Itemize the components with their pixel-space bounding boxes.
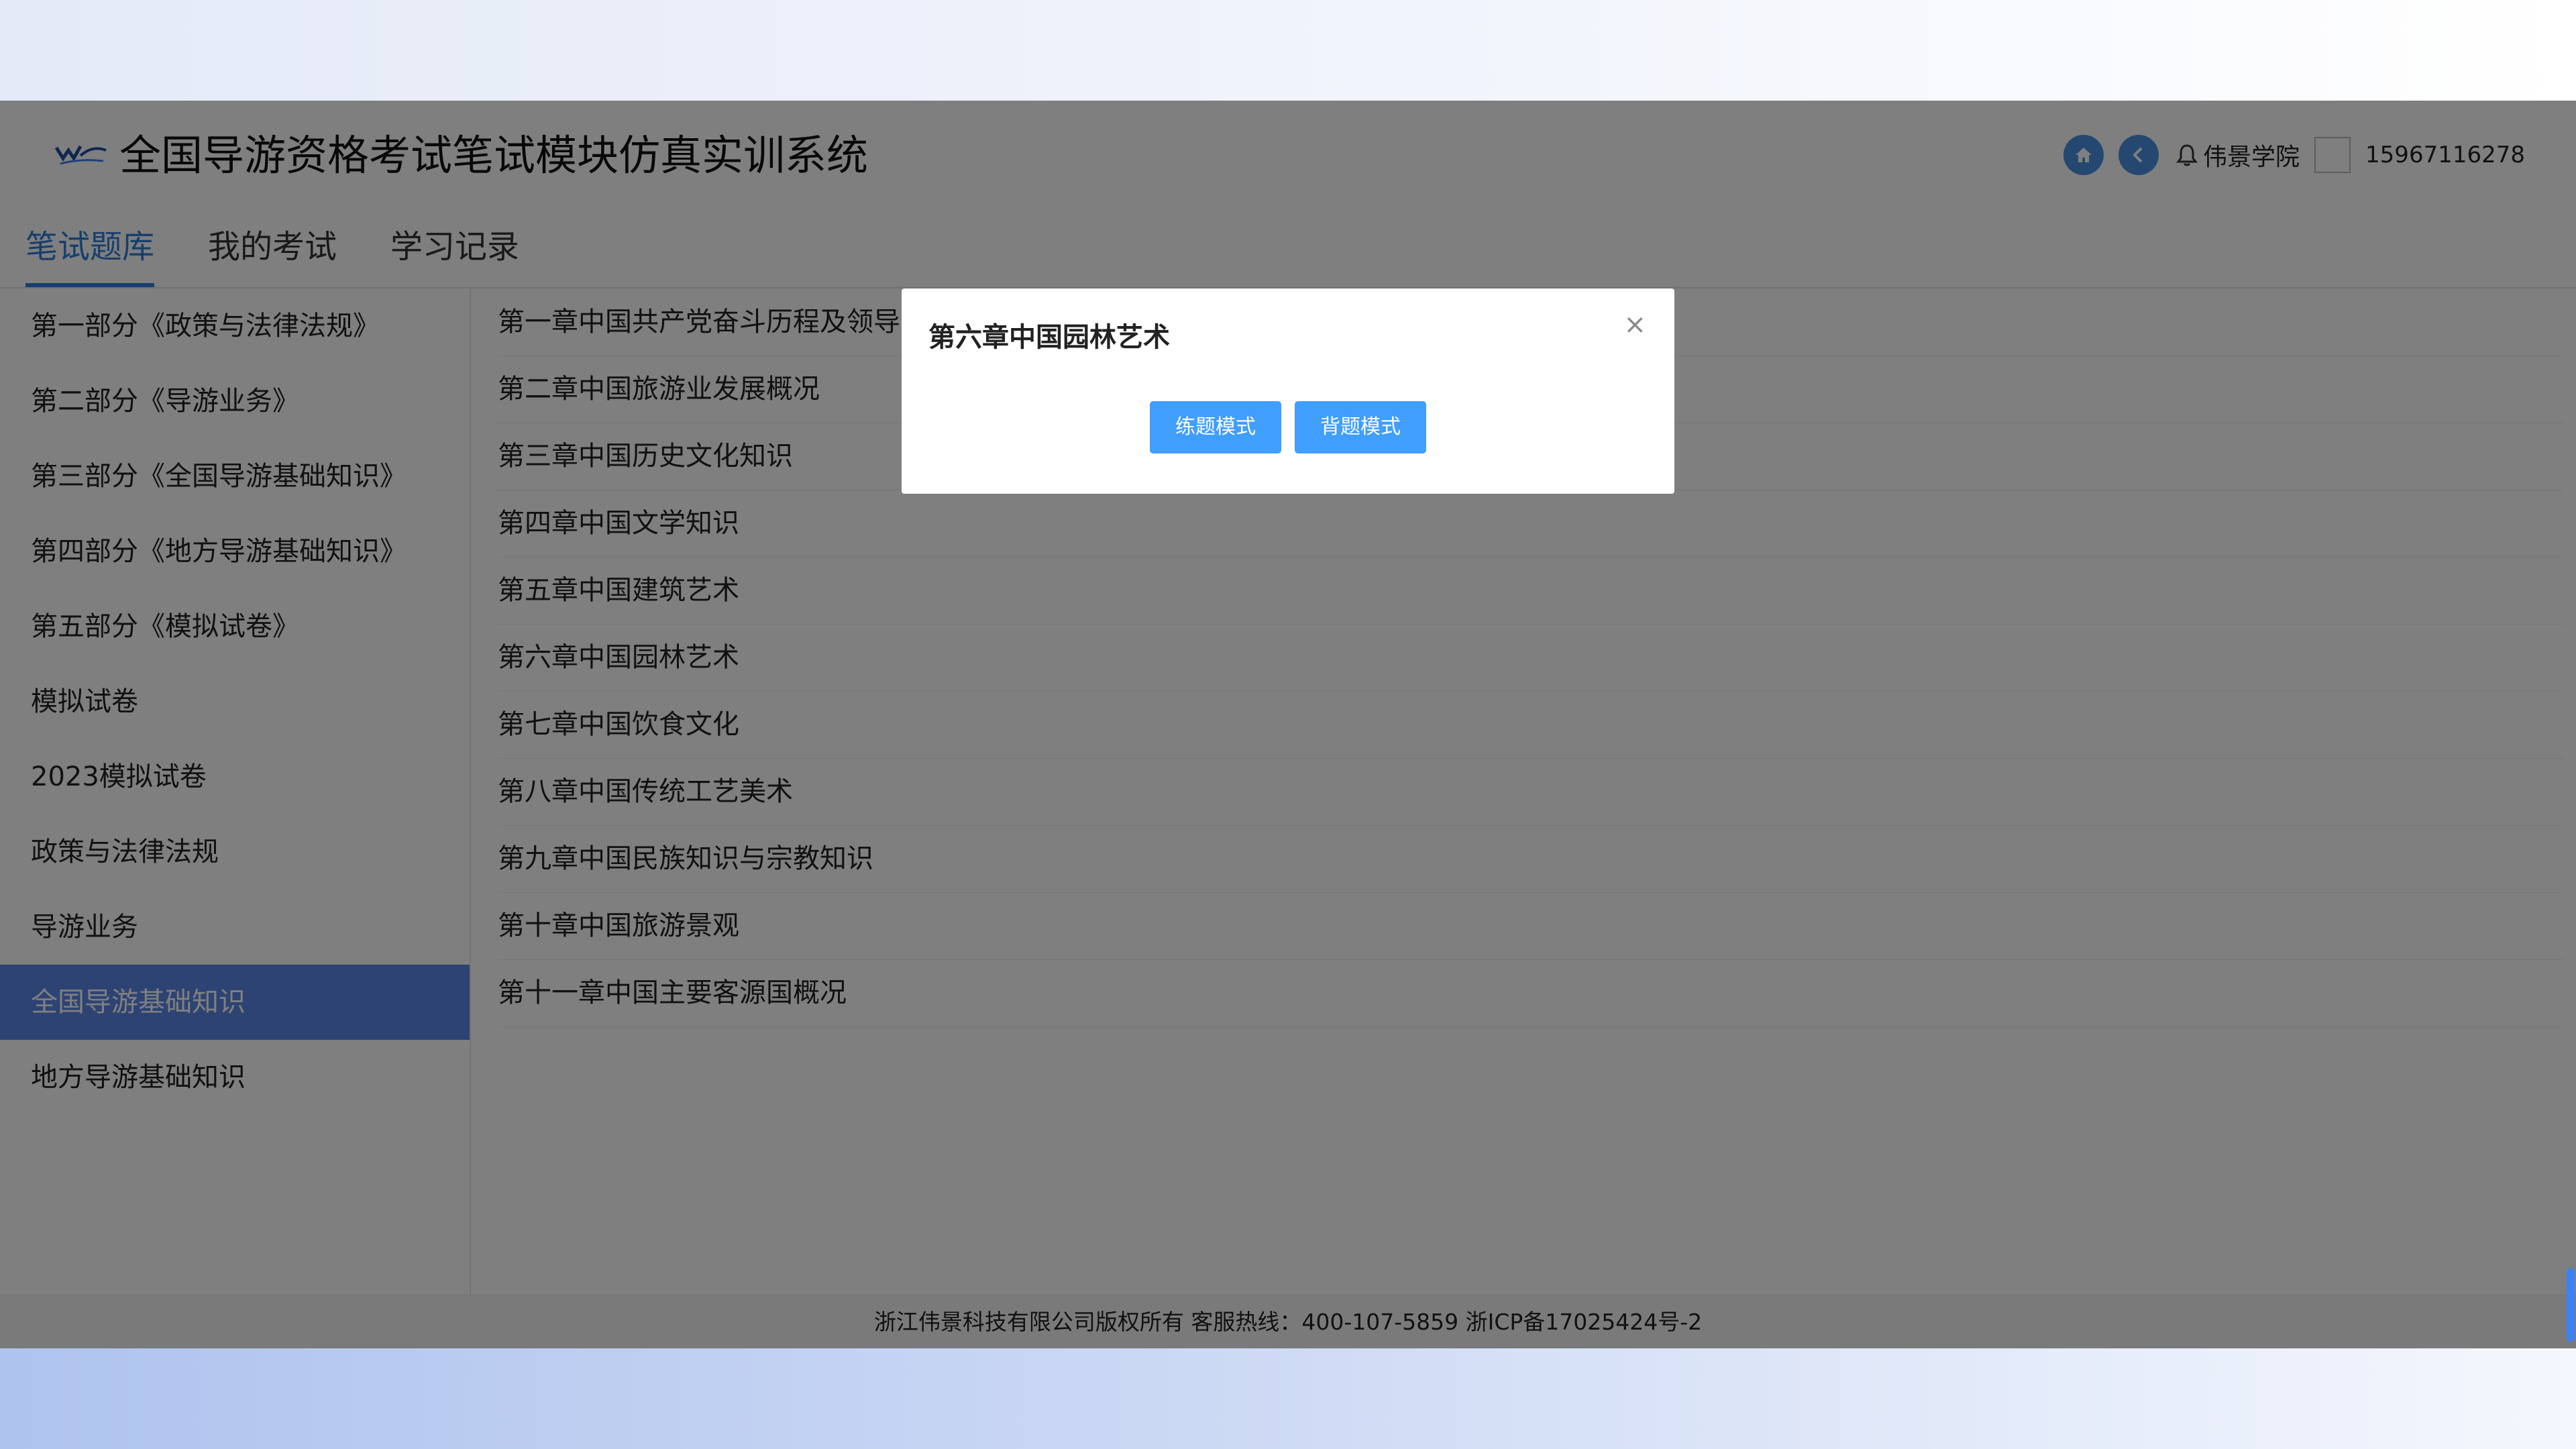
practice-mode-button[interactable]: 练题模式 bbox=[1150, 401, 1281, 453]
app-window: 全国导游资格考试笔试模块仿真实训系统 伟景学院 15967116278 笔试题库 bbox=[0, 101, 2576, 1348]
close-icon[interactable]: × bbox=[1623, 309, 1646, 341]
modal-overlay[interactable] bbox=[0, 101, 2576, 1348]
memorize-mode-button[interactable]: 背题模式 bbox=[1295, 401, 1426, 453]
scrollbar-thumb[interactable] bbox=[2567, 1268, 2575, 1342]
background-top-band bbox=[0, 0, 2576, 101]
dialog-title: 第六章中国园林艺术 bbox=[928, 322, 1170, 353]
background-bottom-band bbox=[0, 1348, 2576, 1449]
mode-select-dialog: 第六章中国园林艺术 × 练题模式 背题模式 bbox=[902, 288, 1674, 494]
